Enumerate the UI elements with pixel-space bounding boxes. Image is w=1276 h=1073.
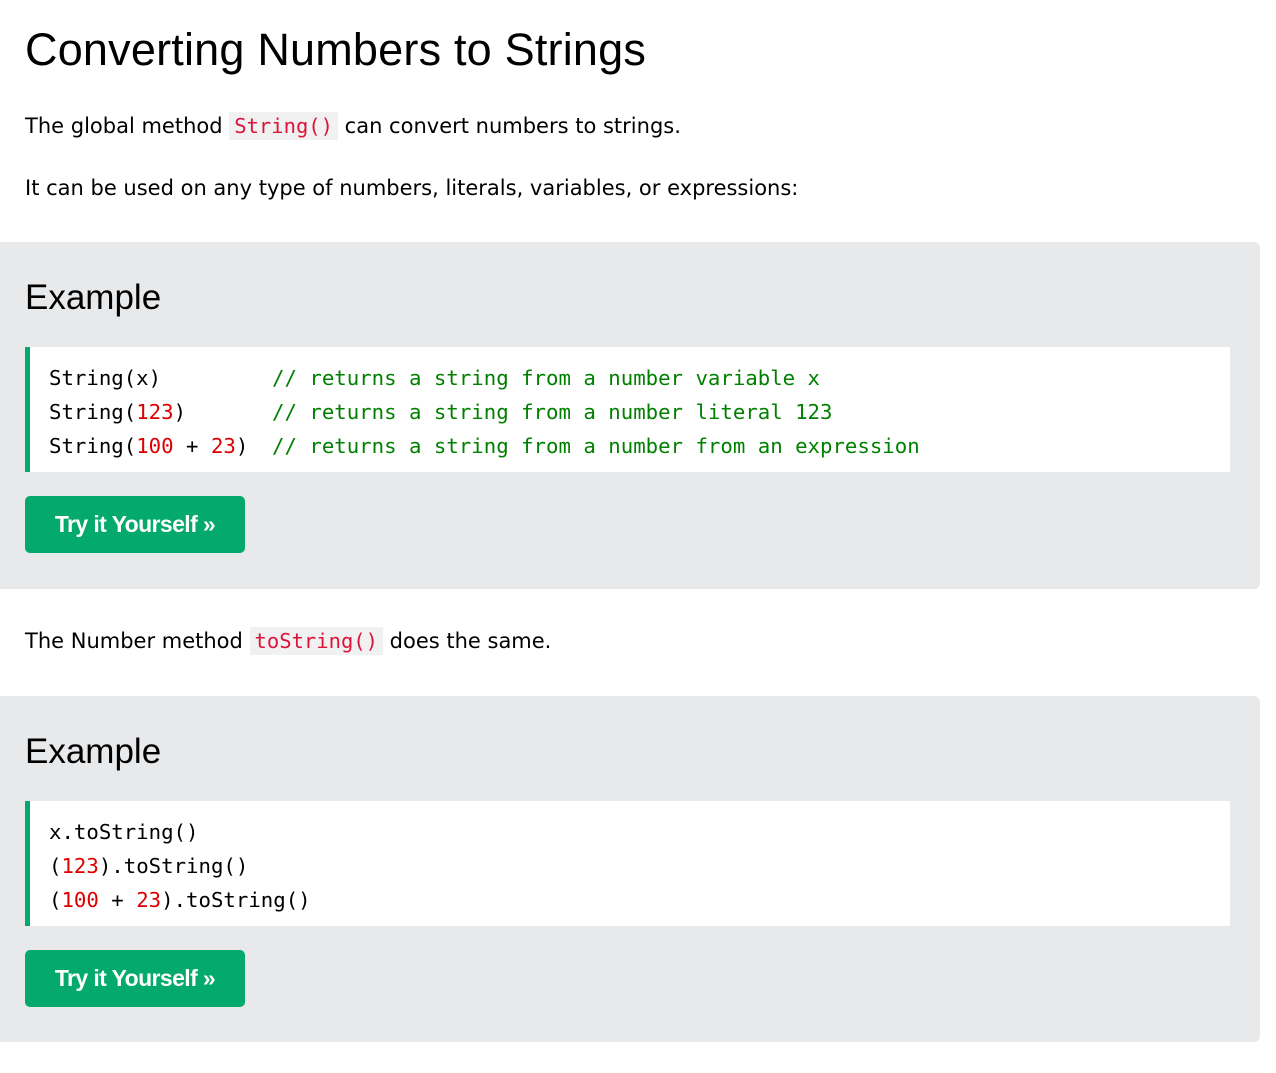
code-line: String(x)// returns a string from a numb… bbox=[49, 366, 821, 390]
code-comment: // returns a string from a number variab… bbox=[272, 366, 821, 390]
example-box-1: Example String(x)// returns a string fro… bbox=[0, 242, 1260, 589]
code-comment: // returns a string from a number from a… bbox=[272, 434, 920, 458]
example-box-2: Example x.toString() (123).toString() (1… bbox=[0, 696, 1260, 1042]
try-it-yourself-button[interactable]: Try it Yourself » bbox=[25, 496, 245, 553]
code-line: String(100 + 23)// returns a string from… bbox=[49, 434, 920, 458]
middle-paragraph: The Number method toString() does the sa… bbox=[25, 626, 551, 656]
code-line: (123).toString() bbox=[49, 854, 249, 878]
code-block: x.toString() (123).toString() (100 + 23)… bbox=[25, 801, 1230, 926]
code-comment: // returns a string from a number litera… bbox=[272, 400, 833, 424]
intro-text-after: can convert numbers to strings. bbox=[337, 114, 681, 138]
middle-text-before: The Number method bbox=[25, 629, 250, 653]
code-line: String(123)// returns a string from a nu… bbox=[49, 400, 833, 424]
inline-code-tostring: toString() bbox=[249, 627, 383, 655]
code-line: x.toString() bbox=[49, 820, 199, 844]
code-line: (100 + 23).toString() bbox=[49, 888, 311, 912]
code-block: String(x)// returns a string from a numb… bbox=[25, 347, 1230, 472]
example-heading: Example bbox=[25, 278, 162, 317]
intro-text-before: The global method bbox=[25, 114, 230, 138]
try-it-yourself-button[interactable]: Try it Yourself » bbox=[25, 950, 245, 1007]
example-heading: Example bbox=[25, 732, 162, 771]
middle-text-after: does the same. bbox=[382, 629, 552, 653]
intro-paragraph-2: It can be used on any type of numbers, l… bbox=[25, 176, 799, 200]
page-title: Converting Numbers to Strings bbox=[25, 24, 647, 75]
intro-paragraph-1: The global method String() can convert n… bbox=[25, 111, 681, 141]
inline-code-string: String() bbox=[229, 112, 338, 140]
